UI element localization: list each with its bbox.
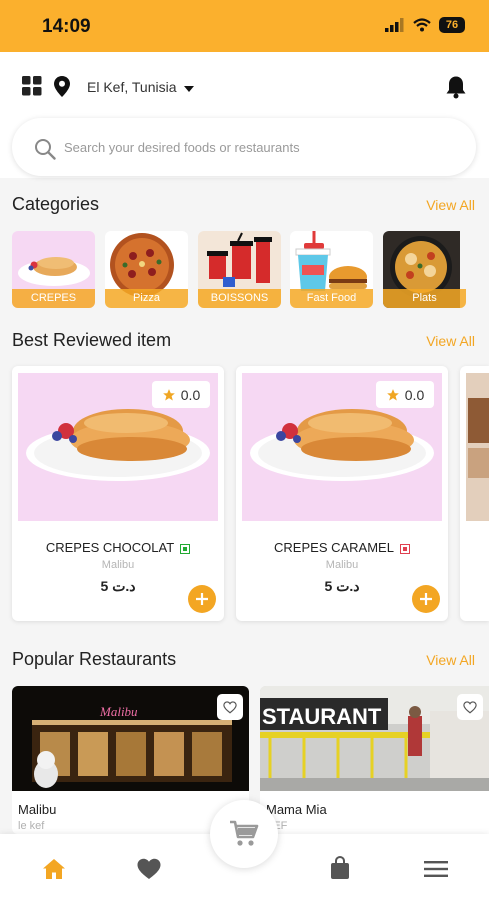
battery-indicator: 76 <box>439 17 465 33</box>
rating-value: 0.0 <box>180 386 201 403</box>
star-icon <box>162 388 175 401</box>
non-veg-indicator-icon <box>399 543 410 554</box>
plus-icon <box>420 593 432 605</box>
restaurant-name: Mama Mia <box>266 802 327 817</box>
search-input[interactable] <box>64 130 454 164</box>
bag-icon[interactable] <box>330 856 350 880</box>
food-name: CREPES CARAMEL <box>236 540 448 555</box>
cart-icon <box>230 820 259 846</box>
star-icon <box>386 388 399 401</box>
status-bar: 14:09 76 <box>0 0 489 52</box>
food-restaurant: Malibu <box>325 559 359 571</box>
food-card[interactable]: 0.0 CREPES CHOCOLAT Malibu 5 د.ت <box>12 366 224 621</box>
heart-icon[interactable] <box>137 858 161 880</box>
rating-value: 0.0 <box>404 386 425 403</box>
restaurant-card[interactable]: STAURANT Mama Mia KEF <box>260 686 489 834</box>
header: El Kef, Tunisia <box>0 52 489 178</box>
menu-icon[interactable] <box>424 860 448 878</box>
popular-restaurants-view-all-link[interactable]: View All <box>426 652 475 668</box>
food-image: 0.0 <box>242 373 442 521</box>
food-name-text: CREPES CARAMEL <box>274 540 394 555</box>
cart-button[interactable] <box>210 800 278 868</box>
category-pizza[interactable]: Pizza <box>105 231 188 308</box>
favorite-button[interactable] <box>217 694 243 720</box>
food-name-text: CREPES CHOCOLAT <box>45 540 175 555</box>
bell-icon[interactable] <box>445 75 467 99</box>
category-plats[interactable]: Plats <box>383 231 466 308</box>
food-card[interactable]: 0.0 CREPES CARAMEL Malibu 5 د.ت <box>236 366 448 621</box>
categories-view-all-link[interactable]: View All <box>426 197 475 213</box>
rating-badge: 0.0 <box>152 381 210 408</box>
category-label: BOISSONS <box>198 289 281 308</box>
wifi-icon <box>413 18 431 32</box>
search-icon <box>35 139 56 160</box>
caret-down-icon[interactable] <box>184 86 194 92</box>
best-reviewed-title: Best Reviewed item <box>12 330 172 350</box>
search-bar[interactable] <box>12 118 476 176</box>
status-time: 14:09 <box>42 16 91 37</box>
add-to-cart-button[interactable] <box>412 585 440 613</box>
plus-icon <box>196 593 208 605</box>
category-label: Fast Food <box>290 289 373 308</box>
svg-text:Malibu: Malibu <box>99 704 138 719</box>
category-label: CREPES <box>12 289 95 308</box>
restaurant-image: STAURANT <box>260 686 489 791</box>
heart-outline-icon <box>463 700 477 713</box>
popular-restaurants-title: Popular Restaurants <box>12 649 177 669</box>
category-boissons[interactable]: BOISSONS <box>198 231 281 308</box>
categories-title: Categories <box>12 194 100 214</box>
location-selector[interactable]: El Kef, Tunisia <box>87 79 177 95</box>
veg-indicator-icon <box>180 543 191 554</box>
grid-icon[interactable] <box>22 76 42 96</box>
home-icon[interactable] <box>42 858 66 880</box>
favorite-button[interactable] <box>457 694 483 720</box>
add-to-cart-button[interactable] <box>188 585 216 613</box>
location-pin-icon <box>54 76 70 97</box>
food-image: 0.0 <box>18 373 218 521</box>
restaurant-card[interactable]: Malibu Malibu le kef <box>12 686 249 834</box>
food-card-partial[interactable] <box>460 366 489 621</box>
category-crepes[interactable]: CREPES <box>12 231 95 308</box>
best-reviewed-view-all-link[interactable]: View All <box>426 333 475 349</box>
svg-text:STAURANT: STAURANT <box>262 704 382 729</box>
heart-outline-icon <box>223 700 237 713</box>
food-name: CREPES CHOCOLAT <box>12 540 224 555</box>
restaurant-name: Malibu <box>18 802 57 817</box>
rating-badge: 0.0 <box>376 381 434 408</box>
food-image <box>466 373 489 521</box>
category-label: Pizza <box>105 289 188 308</box>
category-label: Plats <box>383 289 466 308</box>
category-fast-food[interactable]: Fast Food <box>290 231 373 308</box>
signal-icon <box>385 18 404 32</box>
restaurant-city: le kef <box>18 820 45 832</box>
restaurant-image: Malibu <box>12 686 249 791</box>
food-restaurant: Malibu <box>101 559 135 571</box>
status-indicators: 76 <box>385 17 465 33</box>
